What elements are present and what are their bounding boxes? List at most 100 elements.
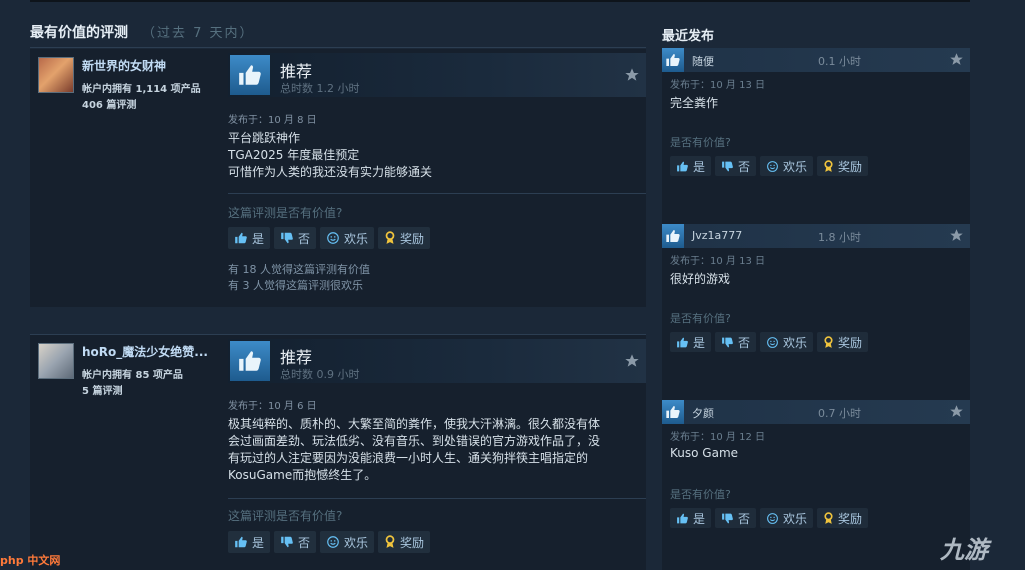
thumbs-down-icon xyxy=(722,337,733,347)
award-button[interactable]: 奖励 xyxy=(817,156,869,176)
review-line: 极其纯粹的、质朴的、大繁至简的粪作，使我大汗淋漓。很久都没有体 xyxy=(228,417,601,431)
author-name[interactable]: 随便 xyxy=(692,53,714,69)
award-button[interactable]: 奖励 xyxy=(378,227,431,249)
author-products: 帐户内拥有 85 项产品 xyxy=(82,370,183,381)
review-line: TGA2025 年度最佳预定 xyxy=(228,148,360,162)
playtime: 1.8 小时 xyxy=(818,231,861,244)
award-icon xyxy=(824,335,833,348)
avatar[interactable] xyxy=(38,57,74,93)
playtime: 总时数 0.9 小时 xyxy=(280,368,360,381)
vote-funny-label: 欢乐 xyxy=(783,335,808,350)
author-name[interactable]: hoRo_魔法少女绝赞... xyxy=(82,343,217,360)
thumbs-up-icon xyxy=(662,400,684,424)
most-helpful-title: 最有价值的评测 xyxy=(30,25,128,41)
thumbs-up-icon xyxy=(662,224,684,248)
recommendation-bar[interactable]: 推荐 总时数 0.9 小时 xyxy=(228,339,646,383)
thumbs-up-icon xyxy=(677,513,688,523)
review-card: hoRo_魔法少女绝赞... 帐户内拥有 85 项产品 5 篇评测 推荐 总时数… xyxy=(30,334,646,570)
playtime: 0.1 小时 xyxy=(818,55,861,68)
most-helpful-header: 最有价值的评测 （过去 7 天内） xyxy=(30,22,646,48)
vote-funny-label: 欢乐 xyxy=(783,511,808,526)
recent-review-header[interactable]: 随便 0.1 小时 xyxy=(662,48,970,72)
smile-icon xyxy=(327,536,339,548)
author-products: 帐户内拥有 1,114 项产品 xyxy=(82,84,201,95)
posted-date: 发布于：10 月 8 日 xyxy=(228,115,317,126)
vote-funny-label: 欢乐 xyxy=(344,231,369,246)
top-divider xyxy=(30,0,970,2)
vote-buttons: 是 否 欢乐 奖励 xyxy=(670,332,869,352)
divider xyxy=(228,193,646,194)
review-author[interactable]: 新世界的女财神 帐户内拥有 1,114 项产品 406 篇评测 xyxy=(30,49,220,307)
vote-no-button[interactable]: 否 xyxy=(274,227,317,249)
star-icon[interactable] xyxy=(624,67,640,87)
vote-funny-label: 欢乐 xyxy=(783,159,808,174)
vote-yes-label: 是 xyxy=(693,511,706,526)
review-text: 极其纯粹的、质朴的、大繁至简的粪作，使我大汗淋漓。很久都没有体 会过画面差劲、玩… xyxy=(228,416,638,484)
vote-yes-button[interactable]: 是 xyxy=(670,508,712,528)
award-label: 奖励 xyxy=(400,231,425,246)
vote-no-button[interactable]: 否 xyxy=(715,156,757,176)
avatar[interactable] xyxy=(38,343,74,379)
award-button[interactable]: 奖励 xyxy=(378,531,431,553)
thumbs-up-icon xyxy=(230,55,270,95)
thumbs-up-icon xyxy=(235,232,247,244)
vote-yes-button[interactable]: 是 xyxy=(670,156,712,176)
vote-yes-button[interactable]: 是 xyxy=(228,531,271,553)
star-icon[interactable] xyxy=(949,52,964,71)
vote-funny-button[interactable]: 欢乐 xyxy=(760,508,814,528)
thumbs-down-icon xyxy=(281,536,293,548)
author-name[interactable]: 夕颜 xyxy=(692,405,714,421)
author-review-count[interactable]: 5 篇评测 xyxy=(82,382,122,397)
vote-no-button[interactable]: 否 xyxy=(715,508,757,528)
posted-date: 发布于：10 月 6 日 xyxy=(228,401,317,412)
award-icon xyxy=(385,535,395,548)
vote-funny-button[interactable]: 欢乐 xyxy=(760,156,814,176)
review-author[interactable]: hoRo_魔法少女绝赞... 帐户内拥有 85 项产品 5 篇评测 xyxy=(30,335,220,570)
vote-no-label: 否 xyxy=(298,535,311,550)
recommendation-bar[interactable]: 推荐 总时数 1.2 小时 xyxy=(228,53,646,97)
review-text: Kuso Game xyxy=(670,446,739,460)
helpful-question: 这篇评测是否有价值? xyxy=(228,206,343,220)
author-name[interactable]: 新世界的女财神 xyxy=(82,57,217,74)
helpful-question: 是否有价值? xyxy=(670,488,731,501)
recent-review-header[interactable]: Jvz1a777 1.8 小时 xyxy=(662,224,970,248)
helpful-question: 这篇评测是否有价值? xyxy=(228,509,343,523)
author-review-count[interactable]: 406 篇评测 xyxy=(82,96,136,111)
vote-yes-label: 是 xyxy=(252,535,265,550)
recent-review-card: Jvz1a777 1.8 小时 发布于：10 月 13 日 很好的游戏 是否有价… xyxy=(662,224,970,408)
thumbs-down-icon xyxy=(722,161,733,171)
vote-buttons: 是 否 欢乐 奖励 xyxy=(228,531,431,553)
funny-count: 有 3 人觉得这篇评测很欢乐 xyxy=(228,279,363,292)
recent-review-header[interactable]: 夕颜 0.7 小时 xyxy=(662,400,970,424)
star-icon[interactable] xyxy=(949,228,964,247)
award-icon xyxy=(824,159,833,172)
playtime: 0.7 小时 xyxy=(818,407,861,420)
vote-no-button[interactable]: 否 xyxy=(715,332,757,352)
review-text: 很好的游戏 xyxy=(670,272,731,286)
vote-yes-label: 是 xyxy=(693,159,706,174)
smile-icon xyxy=(767,512,778,524)
review-line: 可惜作为人类的我还没有实力能够通关 xyxy=(228,165,433,179)
recommendation-label: 推荐 xyxy=(280,348,313,367)
star-icon[interactable] xyxy=(624,353,640,373)
vote-no-label: 否 xyxy=(738,511,751,526)
vote-buttons: 是 否 欢乐 奖励 xyxy=(228,227,431,249)
award-button[interactable]: 奖励 xyxy=(817,508,869,528)
vote-yes-button[interactable]: 是 xyxy=(670,332,712,352)
vote-no-button[interactable]: 否 xyxy=(274,531,317,553)
award-button[interactable]: 奖励 xyxy=(817,332,869,352)
recommendation-label: 推荐 xyxy=(280,62,313,81)
vote-yes-button[interactable]: 是 xyxy=(228,227,271,249)
thumbs-down-icon xyxy=(281,232,293,244)
award-label: 奖励 xyxy=(400,535,425,550)
watermark-right: 九游 xyxy=(940,536,988,564)
most-helpful-subtitle: （过去 7 天内） xyxy=(142,26,255,41)
award-icon xyxy=(385,231,395,244)
vote-funny-button[interactable]: 欢乐 xyxy=(760,332,814,352)
author-name[interactable]: Jvz1a777 xyxy=(692,229,742,242)
thumbs-up-icon xyxy=(677,161,688,171)
star-icon[interactable] xyxy=(949,404,964,423)
vote-funny-button[interactable]: 欢乐 xyxy=(320,227,375,249)
thumbs-up-icon xyxy=(677,337,688,347)
vote-funny-button[interactable]: 欢乐 xyxy=(320,531,375,553)
